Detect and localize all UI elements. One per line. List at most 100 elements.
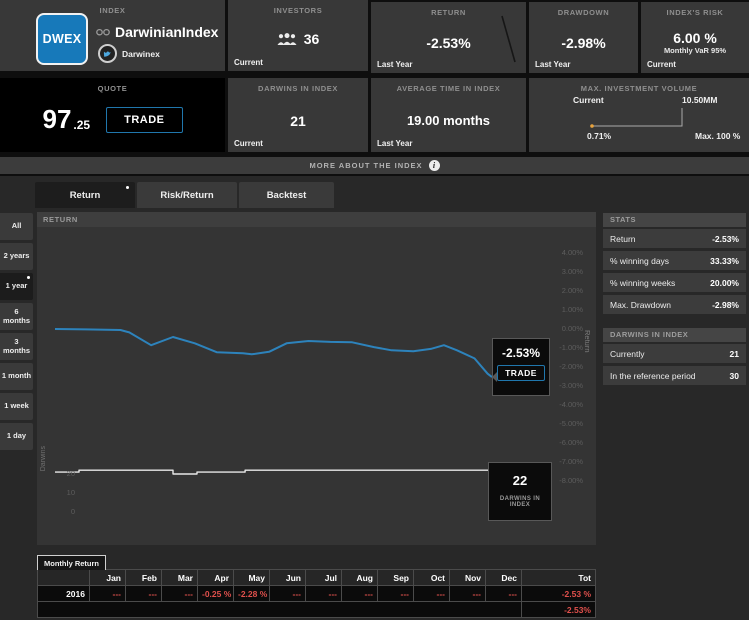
range-1-week[interactable]: 1 week [0, 393, 33, 420]
range-1-year-label: 1 year [6, 282, 28, 290]
return-tooltip: -2.53% TRADE [492, 338, 550, 396]
return-footer: Last Year [377, 60, 412, 69]
darwins-y-axis-ticks: 20100 [59, 212, 75, 545]
stat-value: -2.53% [712, 234, 739, 244]
tooltip-trade-button[interactable]: TRADE [497, 365, 545, 381]
cell-feb: --- [126, 586, 162, 602]
grand-total-cell: -2.53% [522, 602, 596, 618]
return-axis-label: Return [583, 330, 592, 353]
dwex-logo: DWEX [36, 13, 88, 65]
risk-title: INDEX'S RISK [641, 8, 749, 17]
darwins-panel-header: DARWINS IN INDEX [603, 328, 746, 342]
stat-row-max-drawdown: Max. Drawdown -2.98% [603, 295, 746, 314]
col-dec: Dec [486, 570, 522, 586]
index-name-row: DarwinianIndex [96, 24, 218, 40]
investors-value: 36 [304, 31, 320, 47]
range-all-label: All [12, 222, 22, 230]
stat-value: 21 [730, 349, 739, 359]
dwex-logo-text: DWEX [43, 32, 82, 46]
drawdown-title: DRAWDOWN [529, 8, 638, 17]
cell-dec: --- [486, 586, 522, 602]
monthly-total-row: -2.53% [38, 602, 596, 618]
col-sep: Sep [378, 570, 414, 586]
drawdown-value: -2.98% [529, 35, 638, 51]
year-cell: 2016 [38, 586, 90, 602]
monthly-header-row: Jan Feb Mar Apr May Jun Jul Aug Sep Oct … [38, 570, 596, 586]
range-2-years[interactable]: 2 years [0, 243, 33, 270]
stat-value: 33.33% [710, 256, 739, 266]
tab-risk-return-label: Risk/Return [160, 190, 213, 201]
cell-apr: -0.25 % [198, 586, 234, 602]
stat-label: Max. Drawdown [610, 300, 671, 310]
cell-oct: --- [414, 586, 450, 602]
col-apr: Apr [198, 570, 234, 586]
col-tot: Tot [522, 570, 596, 586]
tab-return[interactable]: Return [35, 182, 135, 208]
index-card-title: INDEX [0, 6, 225, 15]
more-about-label: MORE ABOUT THE INDEX [309, 161, 422, 170]
more-about-bar[interactable]: MORE ABOUT THE INDEX i [0, 157, 749, 174]
tab-risk-return[interactable]: Risk/Return [137, 182, 237, 208]
quote-value-dec: .25 [73, 118, 90, 132]
darwins-in-index-card: DARWINS IN INDEX 21 Current [228, 78, 368, 152]
stat-label: In the reference period [610, 371, 696, 381]
total-row-empty [38, 602, 522, 618]
cell-aug: --- [342, 586, 378, 602]
investors-icon [277, 33, 297, 46]
range-6-months[interactable]: 6 months [0, 303, 33, 330]
side-stats-column: STATS Return -2.53% % winning days 33.33… [603, 213, 746, 388]
return-line [55, 329, 492, 377]
quote-title: QUOTE [0, 84, 225, 93]
index-card: INDEX DWEX DarwinianIndex Darwinex [0, 0, 225, 71]
link-icon[interactable] [96, 28, 110, 37]
investors-title: INVESTORS [228, 6, 368, 15]
cell-jul: --- [306, 586, 342, 602]
provider-row[interactable]: Darwinex [98, 44, 160, 63]
col-oct: Oct [414, 570, 450, 586]
stat-value: 30 [730, 371, 739, 381]
darwins-tooltip: 22 DARWINS IN INDEX [488, 462, 552, 521]
info-icon[interactable]: i [429, 160, 440, 171]
drawdown-card: DRAWDOWN -2.98% Last Year [529, 2, 638, 73]
range-active-dot [27, 276, 30, 279]
darwins-row-reference-period: In the reference period 30 [603, 366, 746, 385]
darwins-tooltip-value: 22 [489, 473, 551, 488]
range-1-day[interactable]: 1 day [0, 423, 33, 450]
cell-sep: --- [378, 586, 414, 602]
trade-button[interactable]: TRADE [106, 107, 182, 133]
risk-subtitle: Monthly VaR 95% [641, 46, 749, 55]
col-jul: Jul [306, 570, 342, 586]
cell-tot: -2.53 % [522, 586, 596, 602]
monthly-return-tab[interactable]: Monthly Return [37, 555, 106, 570]
stat-label: Currently [610, 349, 644, 359]
index-name: DarwinianIndex [115, 24, 218, 40]
col-jun: Jun [270, 570, 306, 586]
avg-time-footer: Last Year [377, 139, 412, 148]
risk-footer: Current [647, 60, 676, 69]
col-may: May [234, 570, 270, 586]
stat-label: % winning days [610, 256, 669, 266]
provider-name: Darwinex [122, 49, 160, 59]
stat-value: -2.98% [712, 300, 739, 310]
range-3-months[interactable]: 3 months [0, 333, 33, 360]
stat-row-winning-weeks: % winning weeks 20.00% [603, 273, 746, 292]
darwins-line [55, 470, 492, 474]
quote-card: QUOTE 97 .25 TRADE [0, 78, 225, 152]
tab-active-dot [126, 186, 129, 189]
investors-card: INVESTORS 36 Current [228, 0, 368, 71]
cell-nov: --- [450, 586, 486, 602]
monthly-return-table: Jan Feb Mar Apr May Jun Jul Aug Sep Oct … [37, 569, 596, 618]
stat-label: % winning weeks [610, 278, 675, 288]
stats-header: STATS [603, 213, 746, 227]
darwins-tooltip-label: DARWINS IN INDEX [489, 496, 551, 508]
range-1-month[interactable]: 1 month [0, 363, 33, 390]
avg-time-title: AVERAGE TIME IN INDEX [371, 84, 526, 93]
monthly-data-row-2016: 2016 --- --- --- -0.25 % -2.28 % --- ---… [38, 586, 596, 602]
quote-value-int: 97 [43, 104, 72, 135]
max-volume-range-line [529, 78, 749, 152]
return-chart-panel[interactable]: RETURN 4.00%3.00%2.00%1.00%0.00%-1.00%-2… [37, 212, 596, 545]
tab-backtest[interactable]: Backtest [239, 182, 334, 208]
range-2-years-label: 2 years [4, 252, 30, 260]
range-all[interactable]: All [0, 213, 33, 240]
range-1-year[interactable]: 1 year [0, 273, 33, 300]
